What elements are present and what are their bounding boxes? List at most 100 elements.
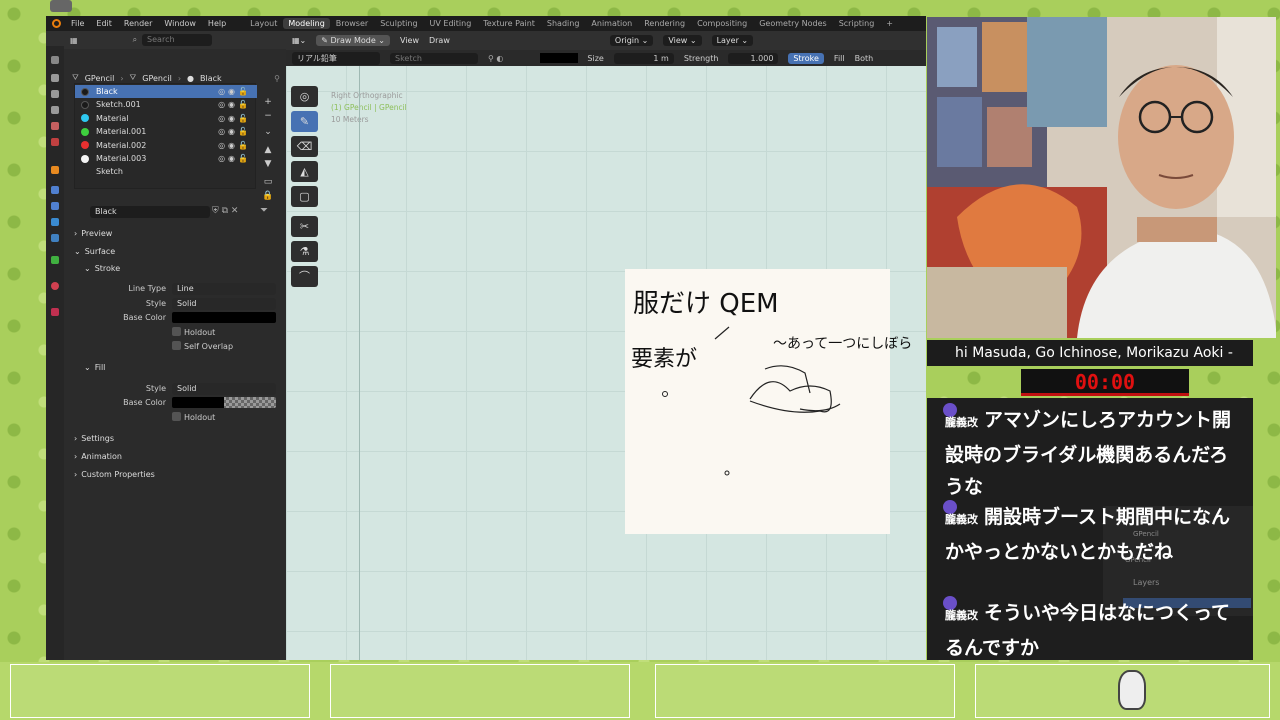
panel-fill[interactable]: ⌄ Fill: [84, 363, 105, 372]
menu-window[interactable]: Window: [158, 19, 202, 28]
panel-custom-properties[interactable]: › Custom Properties: [74, 470, 155, 479]
move-down-button[interactable]: ▼: [262, 159, 274, 171]
line-type-dropdown[interactable]: Line: [172, 283, 276, 295]
add-workspace-button[interactable]: +: [880, 19, 899, 28]
material-slot-row[interactable]: Black ◎◉🔓: [75, 85, 257, 98]
fill-style-dropdown[interactable]: Solid: [172, 383, 276, 395]
tab-geometry-nodes[interactable]: Geometry Nodes: [753, 19, 832, 28]
tool-tab-icon[interactable]: [51, 56, 59, 64]
eyedropper-tool-icon[interactable]: ⚗: [291, 241, 318, 262]
menu-file[interactable]: File: [65, 19, 90, 28]
editor-type-icon[interactable]: ▦⌄: [292, 36, 306, 45]
constraint-tab-icon[interactable]: [51, 234, 59, 242]
pin-icon[interactable]: ⚲ ◐: [488, 54, 503, 63]
cutter-tool-icon[interactable]: ✂: [291, 216, 318, 237]
search-input[interactable]: Search: [142, 34, 213, 46]
box-tool-icon[interactable]: ▢: [291, 186, 318, 207]
material-slot-row[interactable]: Material.001 ◎◉🔓: [75, 125, 257, 138]
tab-layout[interactable]: Layout: [244, 19, 283, 28]
filter-icon[interactable]: ⏷: [260, 205, 268, 216]
curve-tool-icon[interactable]: ⌒: [291, 266, 318, 287]
tab-texture-paint[interactable]: Texture Paint: [477, 19, 541, 28]
cursor-tool-icon[interactable]: ◎: [291, 86, 318, 107]
draw-menu[interactable]: Draw: [429, 36, 450, 45]
holdout-checkbox[interactable]: [172, 327, 181, 336]
fill-tool-icon[interactable]: ◭: [291, 161, 318, 182]
panel-stroke[interactable]: ⌄ Stroke: [84, 264, 120, 273]
erase-tool-icon[interactable]: ⌫: [291, 136, 318, 157]
remove-slot-button[interactable]: −: [262, 111, 274, 123]
stroke-toggle[interactable]: Stroke: [788, 52, 824, 64]
panel-animation[interactable]: › Animation: [74, 452, 122, 461]
fill-holdout-checkbox[interactable]: [172, 412, 181, 421]
physics-tab-icon[interactable]: [51, 218, 59, 226]
tab-shading[interactable]: Shading: [541, 19, 586, 28]
hide-icon[interactable]: ▭: [262, 177, 274, 189]
draw-tool-icon[interactable]: ✎: [291, 111, 318, 132]
panel-surface[interactable]: ⌄ Surface: [74, 247, 115, 256]
data-tab-icon[interactable]: [51, 256, 59, 264]
scene-tab-icon[interactable]: [51, 122, 59, 130]
fill-toggle[interactable]: Fill: [834, 54, 845, 63]
menu-render[interactable]: Render: [118, 19, 158, 28]
menu-edit[interactable]: Edit: [90, 19, 118, 28]
layer-dropdown[interactable]: Layer ⌄: [711, 35, 754, 46]
material-name-field[interactable]: Black: [90, 206, 210, 218]
drawing-canvas[interactable]: 服だけ QEM 要素が 〜あって一つにしぼら: [606, 269, 912, 534]
object-tab-icon[interactable]: [51, 166, 59, 174]
material-slot-row[interactable]: Sketch.001 ◎◉🔓: [75, 98, 257, 111]
color-swatch[interactable]: [540, 53, 578, 63]
view-layer-tab-icon[interactable]: [51, 106, 59, 114]
origin-dropdown[interactable]: Origin ⌄: [609, 35, 654, 46]
effects-tab-icon[interactable]: [51, 202, 59, 210]
visibility-icon[interactable]: ◎◉🔓: [218, 154, 251, 163]
view-dropdown[interactable]: View ⌄: [663, 35, 702, 46]
3d-viewport[interactable]: ▦⌄ ✎ Draw Mode ⌄ View Draw Origin ⌄ View…: [286, 31, 926, 660]
visibility-icon[interactable]: ◎◉🔓: [218, 127, 251, 136]
panel-preview[interactable]: › Preview: [74, 229, 112, 238]
pin-icon[interactable]: ⚲: [274, 74, 280, 83]
blender-logo-icon[interactable]: [52, 19, 61, 28]
material-slot-row[interactable]: Material ◎◉🔓: [75, 112, 257, 125]
mode-dropdown[interactable]: ✎ Draw Mode ⌄: [316, 35, 390, 46]
chevron-down-icon[interactable]: ⌄: [262, 127, 274, 139]
visibility-icon[interactable]: ◎◉🔓: [218, 141, 251, 150]
self-overlap-checkbox[interactable]: [172, 341, 181, 350]
tab-animation[interactable]: Animation: [585, 19, 638, 28]
modifier-tab-icon[interactable]: [51, 186, 59, 194]
view-menu[interactable]: View: [400, 36, 419, 45]
add-slot-button[interactable]: +: [262, 97, 274, 109]
material-slot-row[interactable]: Sketch: [75, 165, 257, 178]
tab-rendering[interactable]: Rendering: [638, 19, 691, 28]
tab-uv-editing[interactable]: UV Editing: [424, 19, 478, 28]
editor-type-icon[interactable]: ▦: [70, 36, 78, 45]
tab-scripting[interactable]: Scripting: [833, 19, 881, 28]
fill-color-swatch[interactable]: [172, 397, 276, 408]
material-tab-icon[interactable]: [51, 282, 59, 290]
material-buttons[interactable]: ⛨ ⧉ ✕: [212, 206, 238, 216]
both-toggle[interactable]: Both: [855, 54, 874, 63]
material-slot-row[interactable]: Material.002 ◎◉🔓: [75, 139, 257, 152]
visibility-icon[interactable]: ◎◉🔓: [218, 114, 251, 123]
brush-dropdown[interactable]: リアル鉛筆: [292, 51, 380, 65]
tab-modeling[interactable]: Modeling: [283, 18, 330, 29]
world-tab-icon[interactable]: [51, 138, 59, 146]
lock-icon[interactable]: 🔒: [262, 191, 274, 203]
move-up-button[interactable]: ▲: [262, 145, 274, 157]
stroke-color-swatch[interactable]: [172, 312, 276, 323]
style-dropdown[interactable]: Solid: [172, 298, 276, 310]
material-dropdown[interactable]: Sketch: [390, 52, 478, 64]
output-tab-icon[interactable]: [51, 90, 59, 98]
visibility-icon[interactable]: ◎◉🔓: [218, 87, 251, 96]
strength-field[interactable]: 1.000: [728, 52, 779, 64]
size-field[interactable]: 1 m: [613, 52, 674, 64]
tab-compositing[interactable]: Compositing: [691, 19, 753, 28]
visibility-icon[interactable]: ◎◉🔓: [218, 100, 251, 109]
material-slot-row[interactable]: Material.003 ◎◉🔓: [75, 152, 257, 165]
render-tab-icon[interactable]: [51, 74, 59, 82]
texture-tab-icon[interactable]: [51, 308, 59, 316]
tab-sculpting[interactable]: Sculpting: [374, 19, 423, 28]
tab-browser[interactable]: Browser: [330, 19, 374, 28]
panel-settings[interactable]: › Settings: [74, 434, 114, 443]
menu-help[interactable]: Help: [202, 19, 232, 28]
